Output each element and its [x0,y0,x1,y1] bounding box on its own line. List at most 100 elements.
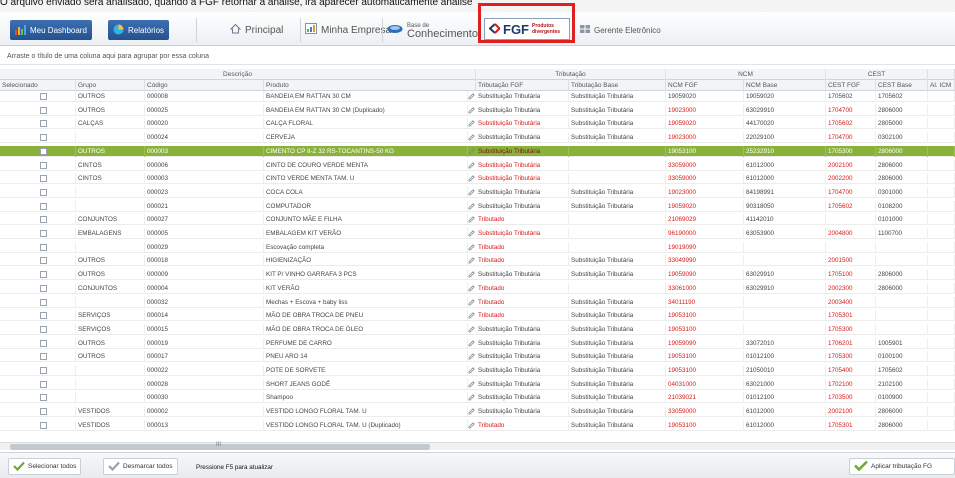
edit-pencil-icon[interactable] [468,106,475,114]
table-row[interactable]: CONJUNTOS 000027 CONJUNTO MÃE E FILHA Tribu… [0,214,955,226]
col-tributacao-base[interactable]: Tributação Base [569,80,666,91]
edit-pencil-icon[interactable] [468,257,475,264]
table-row[interactable]: OUTROS 000017 PNEU ARO 14 Substituição Trib… [0,351,955,363]
edit-pencil-icon[interactable] [468,285,475,292]
row-checkbox[interactable] [40,134,47,142]
table-row[interactable]: OUTROS 000009 KIT P/ VINHO GARRAFA 3 PCS Su… [0,269,955,281]
edit-pencil-icon[interactable] [468,271,475,278]
group-by-panel[interactable]: Arraste o título de uma coluna aqui para… [0,47,955,65]
row-checkbox[interactable] [40,230,47,237]
table-row[interactable]: OUTROS 000003 CIMENTO CP II-Z 32 RS-TOCANT… [0,145,955,157]
edit-pencil-icon[interactable] [468,422,475,429]
row-checkbox[interactable] [40,367,47,374]
table-row[interactable]: 000028 SHORT JEANS GODÊ Substituição Tribu… [0,378,955,390]
fgf-produtos-divergentes-button[interactable]: FGF Produtos divergentes [484,18,570,40]
row-checkbox[interactable] [40,202,47,210]
edit-pencil-icon[interactable] [468,161,475,169]
row-checkbox[interactable] [40,243,47,251]
deselect-all-button[interactable]: Desmarcar todos [103,458,178,475]
edit-pencil-icon[interactable] [468,175,475,182]
row-checkbox[interactable] [40,106,47,114]
row-checkbox[interactable] [40,339,47,347]
edit-pencil-icon[interactable] [468,134,475,141]
table-row[interactable]: 000030 Shampoo Substituição Tributária Subs… [0,392,955,404]
edit-pencil-icon[interactable] [468,380,475,388]
row-checkbox[interactable] [40,284,47,292]
principal-button[interactable]: Principal [229,18,283,42]
base-conhecimento-button[interactable]: Base de Conhecimento [387,18,478,42]
row-checkbox[interactable] [40,216,47,224]
row-checkbox[interactable] [40,271,47,279]
row-checkbox[interactable] [40,325,47,333]
table-row[interactable]: OUTROS 000019 PERFUME DE CARRO Substituição… [0,337,955,349]
row-checkbox[interactable] [40,147,47,155]
edit-pencil-icon[interactable] [468,298,475,306]
table-row[interactable]: 000022 POTE DE SORVETE Substituição Tribut… [0,365,955,376]
row-checkbox[interactable] [40,120,47,128]
edit-pencil-icon[interactable] [468,216,475,223]
row-checkbox[interactable] [40,298,47,306]
table-row[interactable]: 000023 COCA COLA Substituição Tributária Su… [0,186,955,198]
edit-pencil-icon[interactable] [468,312,475,319]
col-grupo[interactable]: Grupo [76,80,145,91]
table-row[interactable]: CALÇAS 000020 CALÇA FLORAL Substituição Tri… [0,118,955,130]
select-all-button[interactable]: Selecionar todos [8,458,82,475]
table-row[interactable]: CINTOS 000003 CINTO VERDE MENTA TAM. U Subs… [0,173,955,185]
row-checkbox[interactable] [40,312,47,320]
edit-pencil-icon[interactable] [468,189,475,196]
minha-empresa-button[interactable]: Minha Empresa [305,18,391,42]
row-checkbox[interactable] [40,408,47,416]
cell-ncm-base: 61012000 [744,406,826,418]
col-ncm-fgf[interactable]: NCM FGF [666,80,744,91]
col-codigo[interactable]: Código [145,80,264,91]
relatorios-button[interactable]: Relatórios [108,20,170,40]
edit-pencil-icon[interactable] [468,408,475,415]
horizontal-scrollbar[interactable]: III [0,442,955,450]
row-checkbox[interactable] [40,380,47,388]
edit-pencil-icon[interactable] [468,339,475,347]
edit-pencil-icon[interactable] [468,120,475,127]
table-row[interactable]: OUTROS 000008 BANDEIA EM RATTAN 30 CM Subst… [0,91,955,102]
edit-pencil-icon[interactable] [468,326,475,333]
table-row[interactable]: 000024 CERVEJA Substituição Tributária Subs… [0,132,955,144]
table-row[interactable]: 000032 Mechas + Escova + baby liss Tributa… [0,296,955,308]
col-tributacao-fgf[interactable]: Tributação FGF [476,80,569,91]
edit-pencil-icon[interactable] [468,202,475,210]
gerente-eletronico-button[interactable]: Gerente Eletrônico [580,18,661,42]
col-selecionado[interactable]: Selecionado [0,80,76,91]
row-checkbox[interactable] [40,188,47,196]
edit-pencil-icon[interactable] [468,353,475,360]
my-dashboard-button[interactable]: Meu Dashboard [10,20,92,40]
row-checkbox[interactable] [40,257,47,265]
row-checkbox[interactable] [40,93,47,100]
edit-pencil-icon[interactable] [468,394,475,401]
row-checkbox[interactable] [40,394,47,402]
cell-selecionado [0,351,76,363]
table-row[interactable]: 000029 Escovação completa Tributado 1901909… [0,241,955,253]
edit-pencil-icon[interactable] [468,243,475,251]
row-checkbox[interactable] [40,421,47,429]
edit-pencil-icon[interactable] [468,230,475,237]
table-row[interactable]: CINTOS 000006 CINTO DE COURO VERDE MENTA Su… [0,159,955,171]
table-row[interactable]: 000021 COMPUTADOR Substituição Tributária S… [0,200,955,212]
row-checkbox[interactable] [40,161,47,169]
row-checkbox[interactable] [40,175,47,183]
edit-pencil-icon[interactable] [468,148,475,155]
col-ncm-base[interactable]: NCM Base [744,80,826,91]
table-row[interactable]: VESTIDOS 000013 VESTIDO LONGO FLORAL TAM. … [0,419,955,431]
table-row[interactable]: SERVIÇOS 000014 MÃO DE OBRA TROCA DE PNEU T… [0,310,955,322]
col-cest-fgf[interactable]: CEST FGF [826,80,876,91]
edit-pencil-icon[interactable] [468,367,475,374]
row-checkbox[interactable] [40,353,47,361]
table-row[interactable]: VESTIDOS 000002 VESTIDO LONGO FLORAL TAM. … [0,406,955,418]
table-row[interactable]: CONJUNTOS 000004 KIT VERÃO Tributado 3306100… [0,282,955,294]
col-cest-base[interactable]: CEST Base [876,80,928,91]
col-produto[interactable]: Produto [264,80,476,91]
table-row[interactable]: SERVIÇOS 000015 MÃO DE OBRA TROCA DE ÓLEO S… [0,323,955,335]
table-row[interactable]: OUTROS 000025 BANDEIA EM RATTAN 30 CM (Dup… [0,104,955,116]
apply-tributacao-button[interactable]: Aplicar tributação FG [849,458,955,475]
edit-pencil-icon[interactable] [468,93,475,100]
table-row[interactable]: OUTROS 000018 HIGIENIZAÇÃO Tributado Substit… [0,255,955,267]
table-row[interactable]: EMBALAGENS 000005 EMBALAGEM KIT VERÃO Subst… [0,228,955,239]
col-al-icm[interactable]: Al. ICM [928,80,955,91]
